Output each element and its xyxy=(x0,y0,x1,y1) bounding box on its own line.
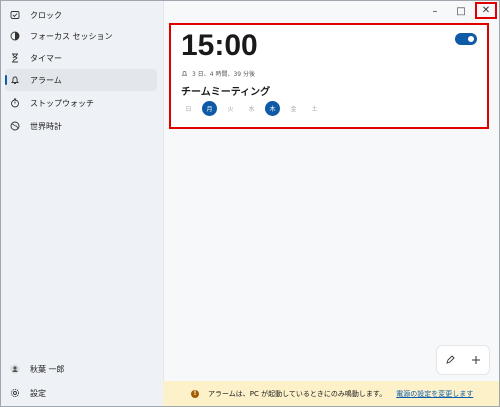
focus-icon xyxy=(10,31,20,41)
plus-icon xyxy=(472,356,480,364)
gear-icon xyxy=(10,388,20,398)
avatar xyxy=(10,364,20,374)
sidebar-item-label: クロック xyxy=(30,10,62,20)
day-friday: 金 xyxy=(290,106,297,113)
globe-icon xyxy=(10,121,20,131)
sidebar-item-label: フォーカス セッション xyxy=(30,31,113,41)
sidebar-item-settings[interactable]: 設定 xyxy=(5,382,157,404)
sidebar-item-world-clock[interactable]: 世界時計 xyxy=(5,115,157,137)
info-message: アラームは、PC が起動しているときにのみ鳴動します。 xyxy=(208,389,387,398)
time-remaining-text: 3 日、4 時間、39 分後 xyxy=(192,71,255,78)
day-thursday: 木 xyxy=(265,101,280,116)
alarm-actions xyxy=(436,345,490,375)
power-settings-link[interactable]: 電源の設定を変更します xyxy=(396,389,473,399)
info-bar: ! アラームは、PC が起動しているときにのみ鳴動します。 電源の設定を変更しま… xyxy=(163,381,499,406)
sidebar-item-label: タイマー xyxy=(30,53,62,63)
alarm-days: 日 月 火 水 木 金 土 xyxy=(181,101,328,116)
close-button[interactable]: ✕ xyxy=(475,2,497,19)
sidebar: クロック フォーカス セッション タイマー アラーム ストップウォッチ 世界時計… xyxy=(1,1,163,406)
stopwatch-icon xyxy=(10,98,20,108)
user-name: 秋葉 一郎 xyxy=(30,364,65,374)
day-tuesday: 火 xyxy=(227,106,234,113)
sidebar-item-alarm[interactable]: アラーム xyxy=(5,69,157,91)
clock-app-window: クロック フォーカス セッション タイマー アラーム ストップウォッチ 世界時計… xyxy=(0,0,500,407)
pencil-icon xyxy=(446,355,455,364)
alarm-toggle[interactable] xyxy=(455,33,477,45)
time-remaining: 3 日、4 時間、39 分後 xyxy=(181,69,255,78)
active-indicator xyxy=(5,75,7,85)
main-content: – □ ✕ 15:00 3 日、4 時間、39 分後 チームミーティング 日 月… xyxy=(163,1,499,406)
day-wednesday: 水 xyxy=(248,106,255,113)
sidebar-item-label: ストップウォッチ xyxy=(30,98,94,108)
alarm-card[interactable]: 15:00 3 日、4 時間、39 分後 チームミーティング 日 月 火 水 木… xyxy=(169,23,489,129)
hourglass-icon xyxy=(10,53,20,63)
day-monday: 月 xyxy=(202,101,217,116)
sidebar-item-clock[interactable]: クロック xyxy=(5,4,157,26)
edit-button[interactable] xyxy=(441,351,459,369)
clock-icon xyxy=(10,10,20,20)
sidebar-item-timer[interactable]: タイマー xyxy=(5,47,157,69)
sidebar-item-label: 設定 xyxy=(30,388,46,398)
add-alarm-button[interactable] xyxy=(467,351,485,369)
user-account[interactable]: 秋葉 一郎 xyxy=(5,358,157,380)
sidebar-item-focus[interactable]: フォーカス セッション xyxy=(5,25,157,47)
day-sunday: 日 xyxy=(185,106,192,113)
sidebar-item-label: 世界時計 xyxy=(30,121,62,131)
bell-icon xyxy=(10,75,20,85)
sidebar-item-label: アラーム xyxy=(30,75,62,85)
alarm-time: 15:00 xyxy=(181,29,258,62)
sidebar-item-stopwatch[interactable]: ストップウォッチ xyxy=(5,92,157,114)
warning-icon: ! xyxy=(191,389,199,398)
day-saturday: 土 xyxy=(311,106,318,113)
minimize-button[interactable]: – xyxy=(424,3,446,19)
bell-icon xyxy=(181,71,188,76)
maximize-button[interactable]: □ xyxy=(450,3,472,19)
toggle-knob xyxy=(468,36,474,42)
alarm-name: チームミーティング xyxy=(181,87,271,98)
